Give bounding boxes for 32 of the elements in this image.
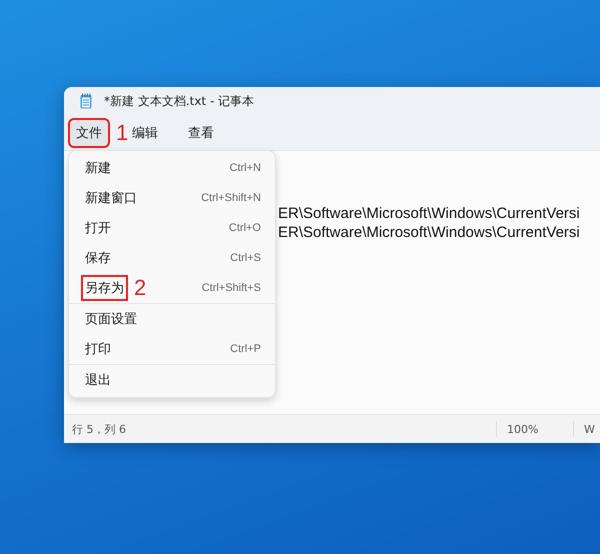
menu-bar-item[interactable]: 查看 (182, 120, 220, 146)
shortcut-label: Ctrl+S (230, 252, 261, 264)
menu-item-label: 页面设置 (84, 311, 138, 329)
shortcut-label: Ctrl+Shift+S (202, 282, 261, 294)
menu-item-label: 打印 (84, 341, 112, 359)
window-title: *新建 文本文档.txt - 记事本 (104, 92, 254, 110)
menu-item-label: 新建 (84, 160, 112, 178)
menu-item[interactable]: 退出 (69, 365, 275, 395)
shortcut-label: Ctrl+P (230, 343, 261, 355)
menu-bar-item[interactable]: 编辑 (126, 120, 164, 146)
cursor-position: 行 5，列 6 (71, 422, 127, 436)
shortcut-label: Ctrl+O (228, 222, 261, 234)
menu-item[interactable]: 新建 Ctrl+N (69, 153, 275, 183)
menu-item-label: 打开 (84, 220, 112, 238)
menu-item[interactable]: 页面设置 (69, 304, 275, 334)
menu-item[interactable]: 打开 Ctrl+O (69, 213, 275, 243)
menu-item[interactable]: 另存为 2 Ctrl+Shift+S (69, 273, 275, 303)
notepad-icon (80, 93, 92, 109)
shortcut-label: Ctrl+Shift+N (201, 192, 261, 204)
zoom-level: 100% (507, 422, 538, 436)
menu-item[interactable]: 新建窗口 Ctrl+Shift+N (69, 183, 275, 213)
step-number: 2 (134, 277, 146, 299)
menu-item[interactable]: 打印 Ctrl+P (69, 334, 275, 364)
step-number: 1 (116, 122, 128, 144)
encoding-label: W (584, 422, 595, 436)
text-line: ER\Software\Microsoft\Windows\CurrentVersi (278, 204, 581, 223)
menu-item-label: 新建窗口 (84, 190, 138, 208)
menu-item-label: 保存 (84, 250, 112, 268)
menu-item[interactable]: 保存 Ctrl+S (69, 243, 275, 273)
shortcut-label: Ctrl+N (230, 162, 261, 174)
text-line: ER\Software\Microsoft\Windows\CurrentVersi (278, 223, 581, 242)
menu-item-label: 退出 (84, 372, 112, 390)
